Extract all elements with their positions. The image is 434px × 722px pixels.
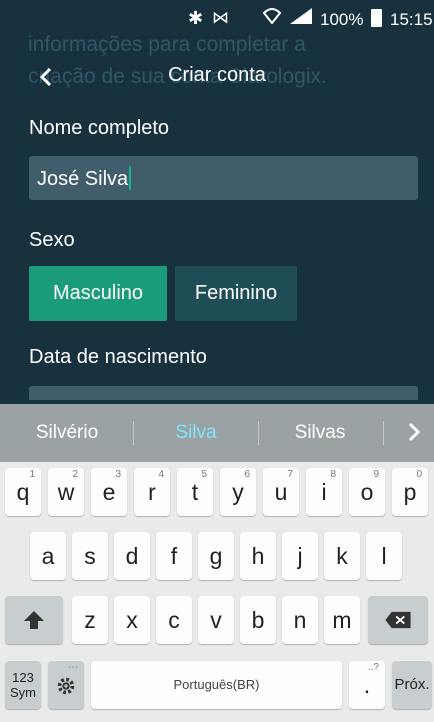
wifi-icon	[262, 8, 282, 24]
key-number-hint: 5	[201, 469, 207, 480]
key-d[interactable]: d	[114, 532, 150, 580]
name-text: José Silva	[37, 168, 129, 190]
suggestion-3[interactable]: Silvas	[258, 422, 382, 444]
settings-key[interactable]: ⋯	[48, 661, 84, 709]
key-m[interactable]: m	[324, 596, 360, 644]
chevron-right-icon[interactable]	[404, 420, 424, 444]
shift-arrow-icon	[24, 611, 44, 629]
key-p[interactable]: 0p	[392, 468, 428, 516]
sex-option-feminino[interactable]: Feminino	[175, 266, 297, 321]
shift-key[interactable]	[5, 596, 63, 644]
key-label: p	[403, 479, 417, 505]
key-number-hint: 4	[158, 469, 164, 480]
key-w[interactable]: 2w	[48, 468, 84, 516]
sex-label: Sexo	[29, 229, 75, 251]
suggestion-bar: Silvério Silva Silvas	[0, 404, 434, 462]
key-r[interactable]: 4r	[134, 468, 170, 516]
name-value: José Silva	[37, 166, 132, 191]
key-g[interactable]: g	[198, 532, 234, 580]
key-y[interactable]: 6y	[220, 468, 256, 516]
battery-percentage: 100%	[320, 10, 364, 29]
key-label: y	[232, 479, 244, 505]
key-z[interactable]: z	[72, 596, 108, 644]
key-number-hint: 1	[29, 469, 35, 480]
key-label: w	[57, 479, 75, 505]
page-title: Criar conta	[168, 64, 266, 86]
key-e[interactable]: 3e	[91, 468, 127, 516]
suggestion-2[interactable]: Silva	[134, 422, 258, 444]
period-key-hint: ..?	[367, 662, 379, 673]
key-i[interactable]: 8i	[306, 468, 342, 516]
key-t[interactable]: 5t	[177, 468, 213, 516]
key-label: o	[360, 479, 374, 505]
backspace-key[interactable]	[368, 596, 428, 644]
bluetooth-icon: ✱	[188, 8, 204, 28]
key-number-hint: 6	[244, 469, 250, 480]
key-o[interactable]: 9o	[349, 468, 385, 516]
sex-option-masculino[interactable]: Masculino	[29, 266, 167, 321]
key-u[interactable]: 7u	[263, 468, 299, 516]
key-label: t	[191, 479, 199, 505]
dob-label: Data de nascimento	[29, 346, 207, 368]
key-x[interactable]: x	[114, 596, 150, 644]
app-header: Criar conta	[0, 58, 434, 98]
key-number-hint: 7	[287, 469, 293, 480]
symbols-key-label-top: 123	[12, 670, 34, 685]
key-a[interactable]: a	[30, 532, 66, 580]
space-bar[interactable]: Português(BR)	[91, 661, 342, 709]
key-s[interactable]: s	[72, 532, 108, 580]
key-label: q	[16, 479, 30, 505]
key-k[interactable]: k	[324, 532, 360, 580]
key-f[interactable]: f	[156, 532, 192, 580]
key-h[interactable]: h	[240, 532, 276, 580]
name-field[interactable]: José Silva	[29, 156, 418, 200]
key-label: r	[148, 479, 156, 505]
key-q[interactable]: 1q	[5, 468, 41, 516]
dob-field[interactable]	[29, 386, 418, 400]
key-label: i	[321, 479, 327, 505]
period-key[interactable]: ..? .	[349, 661, 385, 709]
key-label: u	[274, 479, 288, 505]
suggestion-1[interactable]: Silvério	[0, 422, 134, 444]
keyboard: Silvério Silva Silvas 1q 2w 3e 4r 5t 6y …	[0, 404, 434, 722]
name-label: Nome completo	[29, 117, 170, 139]
key-j[interactable]: j	[282, 532, 318, 580]
settings-mic-hint-icon: ⋯	[68, 662, 78, 673]
signal-icon	[290, 8, 312, 24]
key-number-hint: 3	[115, 469, 121, 480]
key-number-hint: 0	[416, 469, 422, 480]
key-number-hint: 9	[373, 469, 379, 480]
key-b[interactable]: b	[240, 596, 276, 644]
key-v[interactable]: v	[198, 596, 234, 644]
key-c[interactable]: c	[156, 596, 192, 644]
app-screen: informações para completar a criação de …	[0, 0, 434, 400]
period-key-label: .	[363, 672, 371, 698]
key-n[interactable]: n	[282, 596, 318, 644]
next-key[interactable]: Próx.	[392, 661, 432, 709]
suggestion-divider	[383, 421, 384, 445]
backspace-icon	[385, 611, 411, 629]
key-label: e	[102, 479, 116, 505]
key-l[interactable]: l	[366, 532, 402, 580]
battery-charging-icon	[371, 9, 382, 27]
status-bar: ✱ ⋈ 100% 15:15	[0, 0, 434, 38]
key-number-hint: 8	[330, 469, 336, 480]
clock-time: 15:15	[390, 10, 433, 29]
key-number-hint: 2	[72, 469, 78, 480]
gear-icon	[57, 677, 75, 695]
vibrate-icon: ⋈	[212, 8, 229, 27]
symbols-key-label-bottom: Sym	[10, 685, 36, 700]
symbols-key[interactable]: 123 Sym	[5, 661, 41, 709]
text-cursor	[129, 166, 132, 190]
